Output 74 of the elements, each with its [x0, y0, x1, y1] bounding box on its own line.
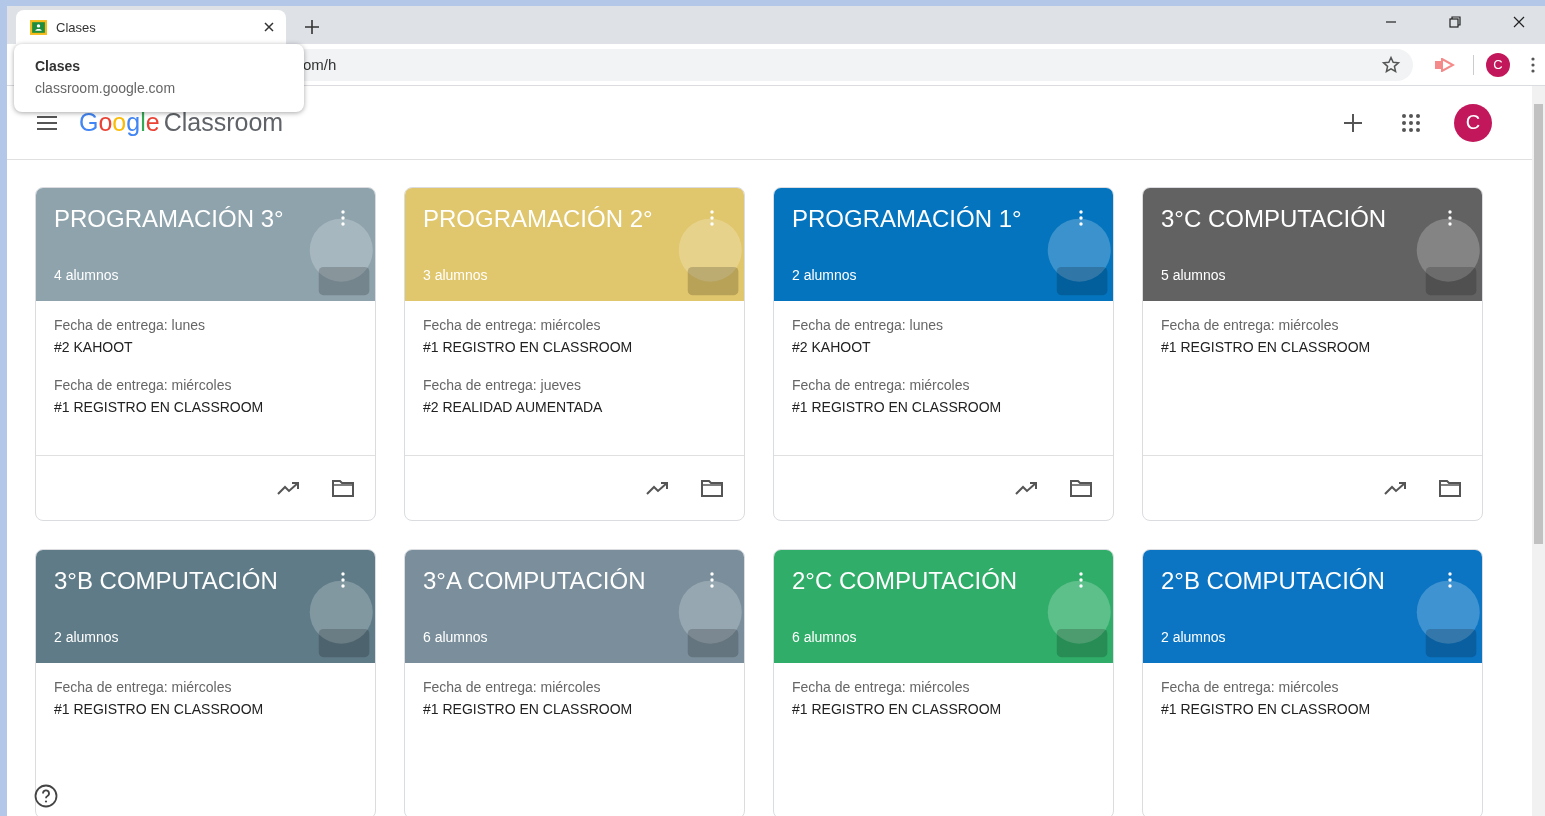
more-options-icon[interactable]	[341, 210, 345, 226]
due-date: Fecha de entrega: miércoles	[1161, 679, 1340, 695]
assignment-link[interactable]: #1 REGISTRO EN CLASSROOM	[792, 399, 1095, 415]
trending-up-icon[interactable]	[1384, 479, 1408, 497]
close-icon[interactable]	[1513, 16, 1525, 28]
assignment-link[interactable]: #1 REGISTRO EN CLASSROOM	[54, 399, 357, 415]
due-date: Fecha de entrega: miércoles	[54, 679, 233, 695]
classroom-favicon-icon	[30, 18, 47, 36]
due-date: Fecha de entrega: miércoles	[423, 679, 602, 695]
more-options-icon[interactable]	[1448, 572, 1452, 588]
due-date: Fecha de entrega: miércoles	[1161, 317, 1340, 333]
tab-title: Clases	[56, 19, 97, 35]
menu-icon[interactable]	[37, 115, 57, 130]
tooltip-title: Clases	[35, 58, 82, 74]
assignment-link[interactable]: #1 REGISTRO EN CLASSROOM	[54, 701, 357, 717]
due-date: Fecha de entrega: lunes	[54, 317, 206, 333]
due-date: Fecha de entrega: miércoles	[54, 377, 233, 393]
student-count: 2 alumnos	[792, 267, 857, 283]
student-count: 4 alumnos	[54, 267, 119, 283]
class-title[interactable]: 3°A COMPUTACIÓN	[423, 567, 726, 595]
trending-up-icon[interactable]	[277, 479, 301, 497]
due-date: Fecha de entrega: miércoles	[792, 377, 971, 393]
class-title[interactable]: PROGRAMACIÓN 1°	[792, 205, 1095, 233]
restore-icon[interactable]	[1449, 16, 1461, 28]
card-header[interactable]: 3°B COMPUTACIÓN 2 alumnos	[36, 550, 375, 663]
assignment-link[interactable]: #2 REALIDAD AUMENTADA	[423, 399, 726, 415]
more-menu-icon[interactable]	[1531, 56, 1535, 73]
assignment-link[interactable]: #1 REGISTRO EN CLASSROOM	[423, 701, 726, 717]
assignment-link[interactable]: #1 REGISTRO EN CLASSROOM	[792, 701, 1095, 717]
trending-up-icon[interactable]	[1015, 479, 1039, 497]
bookmark-star-icon[interactable]	[1381, 54, 1401, 75]
folder-icon[interactable]	[331, 479, 355, 497]
close-tab-icon[interactable]	[264, 22, 274, 32]
folder-icon[interactable]	[1438, 479, 1462, 497]
assignment-link[interactable]: #1 REGISTRO EN CLASSROOM	[1161, 339, 1464, 355]
due-date: Fecha de entrega: miércoles	[792, 679, 971, 695]
assignment-link[interactable]: #1 REGISTRO EN CLASSROOM	[423, 339, 726, 355]
profile-avatar[interactable]: C	[1486, 52, 1510, 77]
student-count: 5 alumnos	[1161, 267, 1226, 283]
more-options-icon[interactable]	[1448, 210, 1452, 226]
card-header[interactable]: PROGRAMACIÓN 1° 2 alumnos	[774, 188, 1113, 301]
student-count: 2 alumnos	[54, 629, 119, 645]
browser-tab[interactable]: Clases	[16, 10, 286, 44]
due-date: Fecha de entrega: jueves	[423, 377, 582, 393]
class-title[interactable]: 2°B COMPUTACIÓN	[1161, 567, 1464, 595]
student-count: 6 alumnos	[792, 629, 857, 645]
folder-icon[interactable]	[700, 479, 724, 497]
account-avatar[interactable]: C	[1454, 103, 1492, 142]
card-header[interactable]: 2°B COMPUTACIÓN 2 alumnos	[1143, 550, 1482, 663]
student-count: 3 alumnos	[423, 267, 488, 283]
more-options-icon[interactable]	[710, 572, 714, 588]
more-options-icon[interactable]	[341, 572, 345, 588]
more-options-icon[interactable]	[1079, 210, 1083, 226]
card-header[interactable]: 3°C COMPUTACIÓN 5 alumnos	[1143, 188, 1482, 301]
due-date: Fecha de entrega: miércoles	[423, 317, 602, 333]
add-icon[interactable]	[1344, 113, 1362, 132]
assignment-link[interactable]: #1 REGISTRO EN CLASSROOM	[1161, 701, 1464, 717]
assignment-link[interactable]: #2 KAHOOT	[792, 339, 1095, 355]
card-header[interactable]: 3°A COMPUTACIÓN 6 alumnos	[405, 550, 744, 663]
due-date: Fecha de entrega: lunes	[792, 317, 944, 333]
new-tab-icon[interactable]	[305, 20, 319, 34]
scrollbar[interactable]	[1532, 86, 1545, 816]
folder-icon[interactable]	[1069, 479, 1093, 497]
student-count: 6 alumnos	[423, 629, 488, 645]
tooltip-url: classroom.google.com	[35, 80, 177, 96]
app-logo[interactable]: Google Classroom	[79, 108, 284, 137]
help-icon[interactable]	[34, 784, 58, 808]
assignment-link[interactable]: #2 KAHOOT	[54, 339, 357, 355]
class-title[interactable]: 3°B COMPUTACIÓN	[54, 567, 357, 595]
trending-up-icon[interactable]	[646, 479, 670, 497]
class-title[interactable]: 3°C COMPUTACIÓN	[1161, 205, 1464, 233]
apps-grid-icon[interactable]	[1402, 113, 1420, 132]
more-options-icon[interactable]	[1079, 572, 1083, 588]
student-count: 2 alumnos	[1161, 629, 1226, 645]
